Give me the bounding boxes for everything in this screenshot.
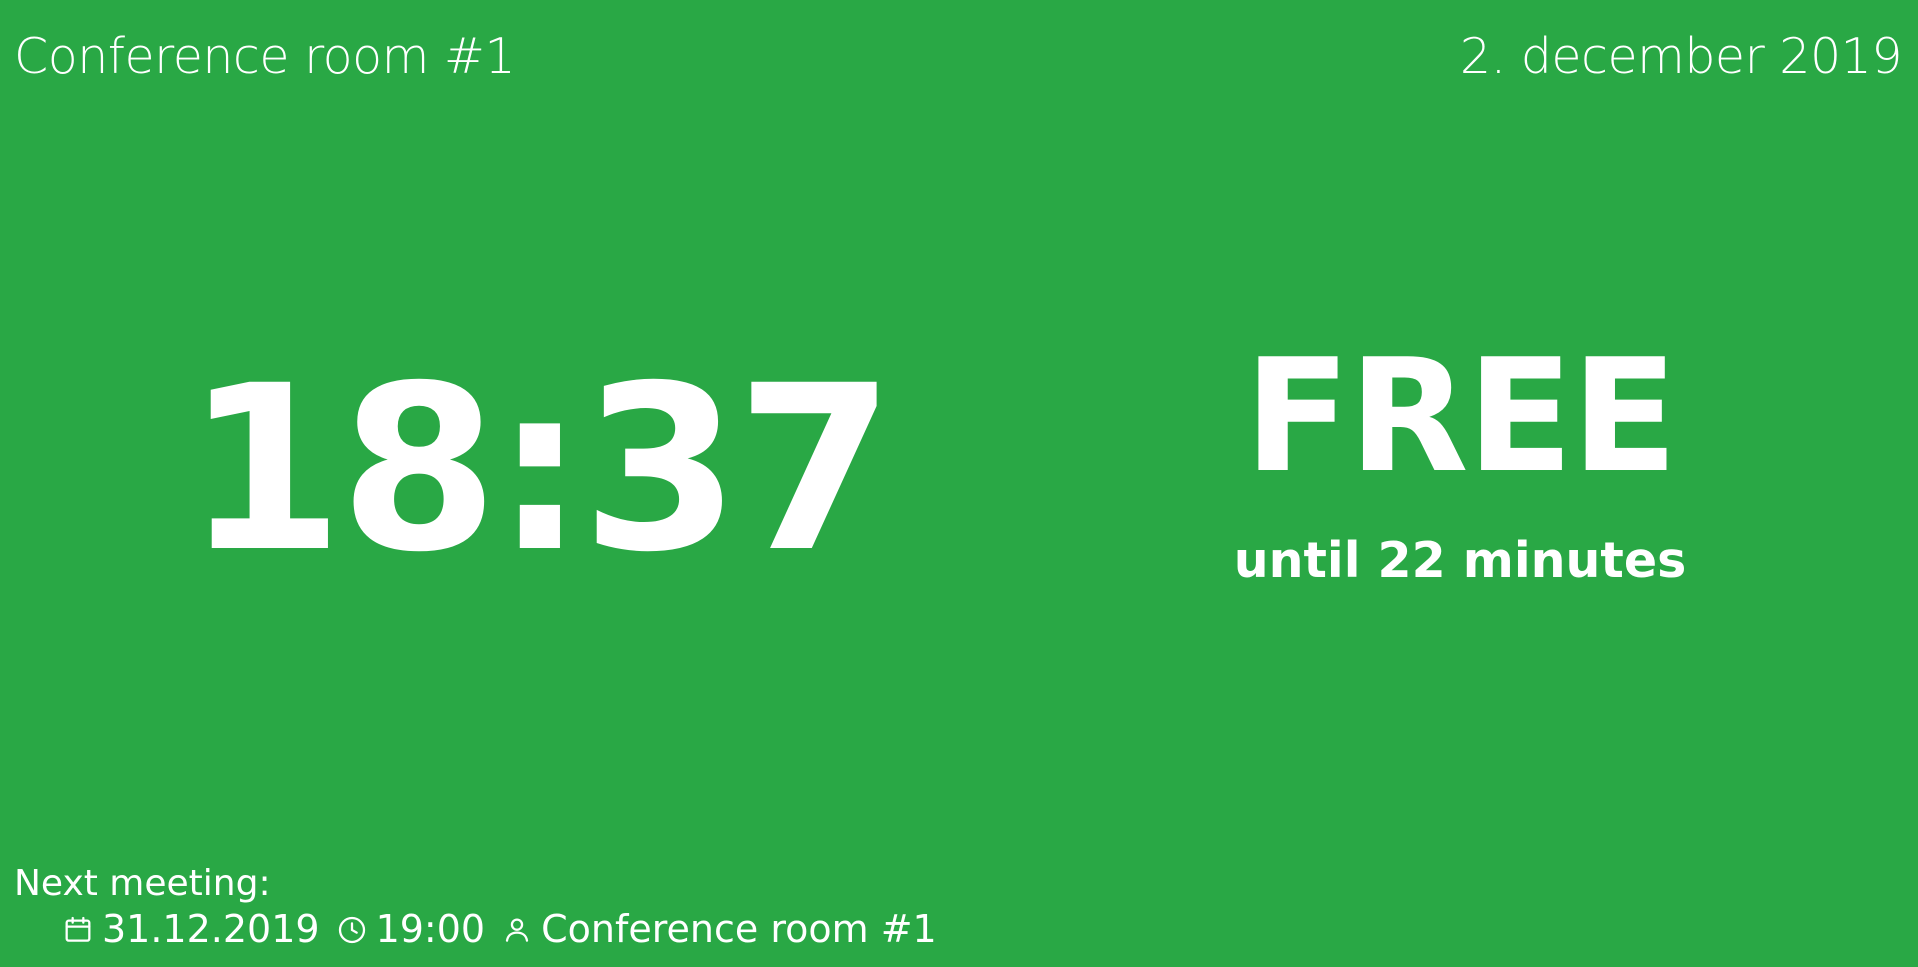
next-meeting-time: 19:00 [336, 907, 486, 953]
person-icon [501, 914, 533, 946]
current-date: 2. december 2019 [1459, 28, 1903, 85]
next-meeting-time-text: 19:00 [375, 907, 486, 952]
next-meeting: Next meeting: 31.12.2019 19:00 Conferenc… [14, 862, 943, 953]
room-name: Conference room #1 [14, 28, 516, 85]
availability-status: FREE until 22 minutes [1190, 338, 1730, 585]
status-label: FREE [1244, 325, 1678, 507]
next-meeting-date-text: 31.12.2019 [102, 907, 320, 952]
next-meeting-label: Next meeting: [14, 863, 271, 904]
next-meeting-details: 31.12.2019 19:00 Conference room #1 [62, 907, 943, 953]
calendar-icon [62, 914, 94, 946]
next-meeting-date: 31.12.2019 [62, 907, 320, 953]
status-subtitle: until 22 minutes [1233, 532, 1687, 589]
room-display-screen: Conference room #1 2. december 2019 18:3… [0, 0, 1918, 967]
current-time: 18:37 [185, 336, 895, 602]
clock-icon [336, 914, 368, 946]
next-meeting-room-text: Conference room #1 [541, 907, 937, 952]
next-meeting-room: Conference room #1 [501, 907, 937, 953]
